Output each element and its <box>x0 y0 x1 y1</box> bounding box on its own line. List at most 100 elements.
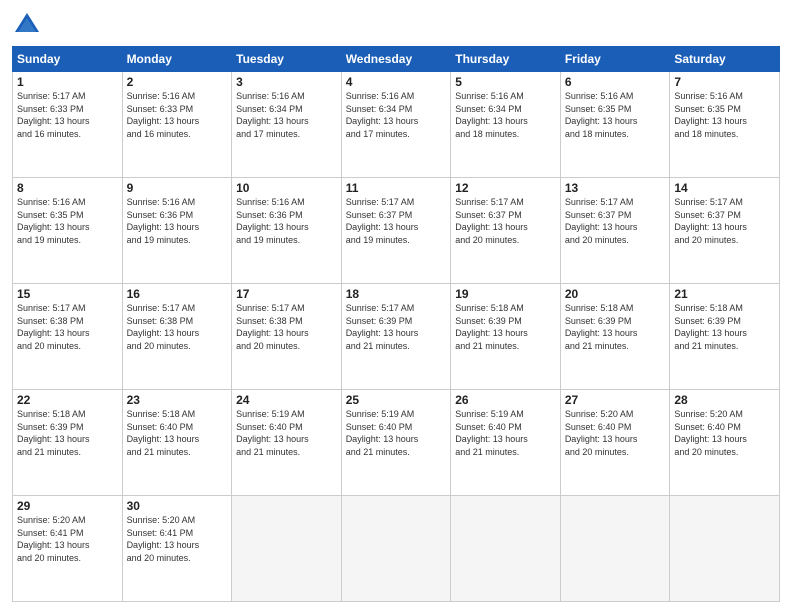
day-info: Sunrise: 5:20 AMSunset: 6:41 PMDaylight:… <box>127 514 228 564</box>
day-number: 20 <box>565 287 666 301</box>
day-info: Sunrise: 5:20 AMSunset: 6:40 PMDaylight:… <box>565 408 666 458</box>
day-info: Sunrise: 5:17 AMSunset: 6:39 PMDaylight:… <box>346 302 447 352</box>
calendar-cell: 29Sunrise: 5:20 AMSunset: 6:41 PMDayligh… <box>13 496 123 602</box>
day-info: Sunrise: 5:16 AMSunset: 6:34 PMDaylight:… <box>346 90 447 140</box>
calendar-cell: 24Sunrise: 5:19 AMSunset: 6:40 PMDayligh… <box>232 390 342 496</box>
calendar-cell: 2Sunrise: 5:16 AMSunset: 6:33 PMDaylight… <box>122 72 232 178</box>
logo <box>12 10 46 40</box>
day-number: 7 <box>674 75 775 89</box>
day-number: 18 <box>346 287 447 301</box>
day-info: Sunrise: 5:17 AMSunset: 6:38 PMDaylight:… <box>17 302 118 352</box>
calendar-cell: 30Sunrise: 5:20 AMSunset: 6:41 PMDayligh… <box>122 496 232 602</box>
calendar-cell: 19Sunrise: 5:18 AMSunset: 6:39 PMDayligh… <box>451 284 561 390</box>
page: SundayMondayTuesdayWednesdayThursdayFrid… <box>0 0 792 612</box>
day-info: Sunrise: 5:17 AMSunset: 6:37 PMDaylight:… <box>674 196 775 246</box>
day-info: Sunrise: 5:20 AMSunset: 6:40 PMDaylight:… <box>674 408 775 458</box>
day-info: Sunrise: 5:18 AMSunset: 6:40 PMDaylight:… <box>127 408 228 458</box>
day-number: 10 <box>236 181 337 195</box>
day-number: 5 <box>455 75 556 89</box>
day-info: Sunrise: 5:17 AMSunset: 6:37 PMDaylight:… <box>346 196 447 246</box>
day-info: Sunrise: 5:17 AMSunset: 6:37 PMDaylight:… <box>565 196 666 246</box>
day-number: 6 <box>565 75 666 89</box>
day-number: 2 <box>127 75 228 89</box>
calendar-table: SundayMondayTuesdayWednesdayThursdayFrid… <box>12 46 780 602</box>
day-number: 16 <box>127 287 228 301</box>
calendar-cell <box>560 496 670 602</box>
day-number: 24 <box>236 393 337 407</box>
day-number: 27 <box>565 393 666 407</box>
day-number: 17 <box>236 287 337 301</box>
day-number: 26 <box>455 393 556 407</box>
day-info: Sunrise: 5:16 AMSunset: 6:35 PMDaylight:… <box>565 90 666 140</box>
calendar-cell: 25Sunrise: 5:19 AMSunset: 6:40 PMDayligh… <box>341 390 451 496</box>
day-number: 13 <box>565 181 666 195</box>
day-number: 28 <box>674 393 775 407</box>
day-number: 29 <box>17 499 118 513</box>
day-number: 15 <box>17 287 118 301</box>
day-info: Sunrise: 5:17 AMSunset: 6:33 PMDaylight:… <box>17 90 118 140</box>
day-info: Sunrise: 5:16 AMSunset: 6:36 PMDaylight:… <box>236 196 337 246</box>
calendar-cell: 23Sunrise: 5:18 AMSunset: 6:40 PMDayligh… <box>122 390 232 496</box>
day-number: 23 <box>127 393 228 407</box>
day-info: Sunrise: 5:18 AMSunset: 6:39 PMDaylight:… <box>455 302 556 352</box>
day-info: Sunrise: 5:20 AMSunset: 6:41 PMDaylight:… <box>17 514 118 564</box>
header <box>12 10 780 40</box>
calendar-cell: 1Sunrise: 5:17 AMSunset: 6:33 PMDaylight… <box>13 72 123 178</box>
calendar-cell: 28Sunrise: 5:20 AMSunset: 6:40 PMDayligh… <box>670 390 780 496</box>
day-number: 14 <box>674 181 775 195</box>
calendar-cell: 5Sunrise: 5:16 AMSunset: 6:34 PMDaylight… <box>451 72 561 178</box>
day-number: 30 <box>127 499 228 513</box>
day-number: 3 <box>236 75 337 89</box>
calendar-header-row: SundayMondayTuesdayWednesdayThursdayFrid… <box>13 47 780 72</box>
column-header-friday: Friday <box>560 47 670 72</box>
calendar-cell: 12Sunrise: 5:17 AMSunset: 6:37 PMDayligh… <box>451 178 561 284</box>
column-header-tuesday: Tuesday <box>232 47 342 72</box>
calendar-week-2: 8Sunrise: 5:16 AMSunset: 6:35 PMDaylight… <box>13 178 780 284</box>
day-number: 9 <box>127 181 228 195</box>
day-info: Sunrise: 5:16 AMSunset: 6:33 PMDaylight:… <box>127 90 228 140</box>
column-header-wednesday: Wednesday <box>341 47 451 72</box>
day-number: 11 <box>346 181 447 195</box>
calendar-cell <box>341 496 451 602</box>
calendar-week-1: 1Sunrise: 5:17 AMSunset: 6:33 PMDaylight… <box>13 72 780 178</box>
calendar-week-5: 29Sunrise: 5:20 AMSunset: 6:41 PMDayligh… <box>13 496 780 602</box>
calendar-cell: 15Sunrise: 5:17 AMSunset: 6:38 PMDayligh… <box>13 284 123 390</box>
calendar-cell: 21Sunrise: 5:18 AMSunset: 6:39 PMDayligh… <box>670 284 780 390</box>
day-number: 25 <box>346 393 447 407</box>
day-number: 19 <box>455 287 556 301</box>
day-info: Sunrise: 5:18 AMSunset: 6:39 PMDaylight:… <box>17 408 118 458</box>
day-info: Sunrise: 5:19 AMSunset: 6:40 PMDaylight:… <box>455 408 556 458</box>
calendar-cell: 8Sunrise: 5:16 AMSunset: 6:35 PMDaylight… <box>13 178 123 284</box>
calendar-cell: 26Sunrise: 5:19 AMSunset: 6:40 PMDayligh… <box>451 390 561 496</box>
day-number: 22 <box>17 393 118 407</box>
day-number: 12 <box>455 181 556 195</box>
calendar-cell: 22Sunrise: 5:18 AMSunset: 6:39 PMDayligh… <box>13 390 123 496</box>
calendar-cell: 7Sunrise: 5:16 AMSunset: 6:35 PMDaylight… <box>670 72 780 178</box>
calendar-cell: 27Sunrise: 5:20 AMSunset: 6:40 PMDayligh… <box>560 390 670 496</box>
calendar-cell: 18Sunrise: 5:17 AMSunset: 6:39 PMDayligh… <box>341 284 451 390</box>
calendar-cell: 6Sunrise: 5:16 AMSunset: 6:35 PMDaylight… <box>560 72 670 178</box>
day-info: Sunrise: 5:17 AMSunset: 6:37 PMDaylight:… <box>455 196 556 246</box>
calendar-cell: 11Sunrise: 5:17 AMSunset: 6:37 PMDayligh… <box>341 178 451 284</box>
day-info: Sunrise: 5:18 AMSunset: 6:39 PMDaylight:… <box>674 302 775 352</box>
day-info: Sunrise: 5:16 AMSunset: 6:34 PMDaylight:… <box>455 90 556 140</box>
day-number: 21 <box>674 287 775 301</box>
calendar-cell <box>670 496 780 602</box>
day-info: Sunrise: 5:17 AMSunset: 6:38 PMDaylight:… <box>127 302 228 352</box>
day-number: 8 <box>17 181 118 195</box>
day-info: Sunrise: 5:16 AMSunset: 6:36 PMDaylight:… <box>127 196 228 246</box>
column-header-sunday: Sunday <box>13 47 123 72</box>
calendar-cell: 14Sunrise: 5:17 AMSunset: 6:37 PMDayligh… <box>670 178 780 284</box>
calendar-cell <box>451 496 561 602</box>
column-header-monday: Monday <box>122 47 232 72</box>
day-number: 4 <box>346 75 447 89</box>
column-header-thursday: Thursday <box>451 47 561 72</box>
calendar-week-3: 15Sunrise: 5:17 AMSunset: 6:38 PMDayligh… <box>13 284 780 390</box>
day-info: Sunrise: 5:16 AMSunset: 6:35 PMDaylight:… <box>674 90 775 140</box>
day-info: Sunrise: 5:16 AMSunset: 6:34 PMDaylight:… <box>236 90 337 140</box>
logo-icon <box>12 10 42 40</box>
calendar-cell: 16Sunrise: 5:17 AMSunset: 6:38 PMDayligh… <box>122 284 232 390</box>
day-info: Sunrise: 5:19 AMSunset: 6:40 PMDaylight:… <box>346 408 447 458</box>
day-info: Sunrise: 5:16 AMSunset: 6:35 PMDaylight:… <box>17 196 118 246</box>
calendar-week-4: 22Sunrise: 5:18 AMSunset: 6:39 PMDayligh… <box>13 390 780 496</box>
